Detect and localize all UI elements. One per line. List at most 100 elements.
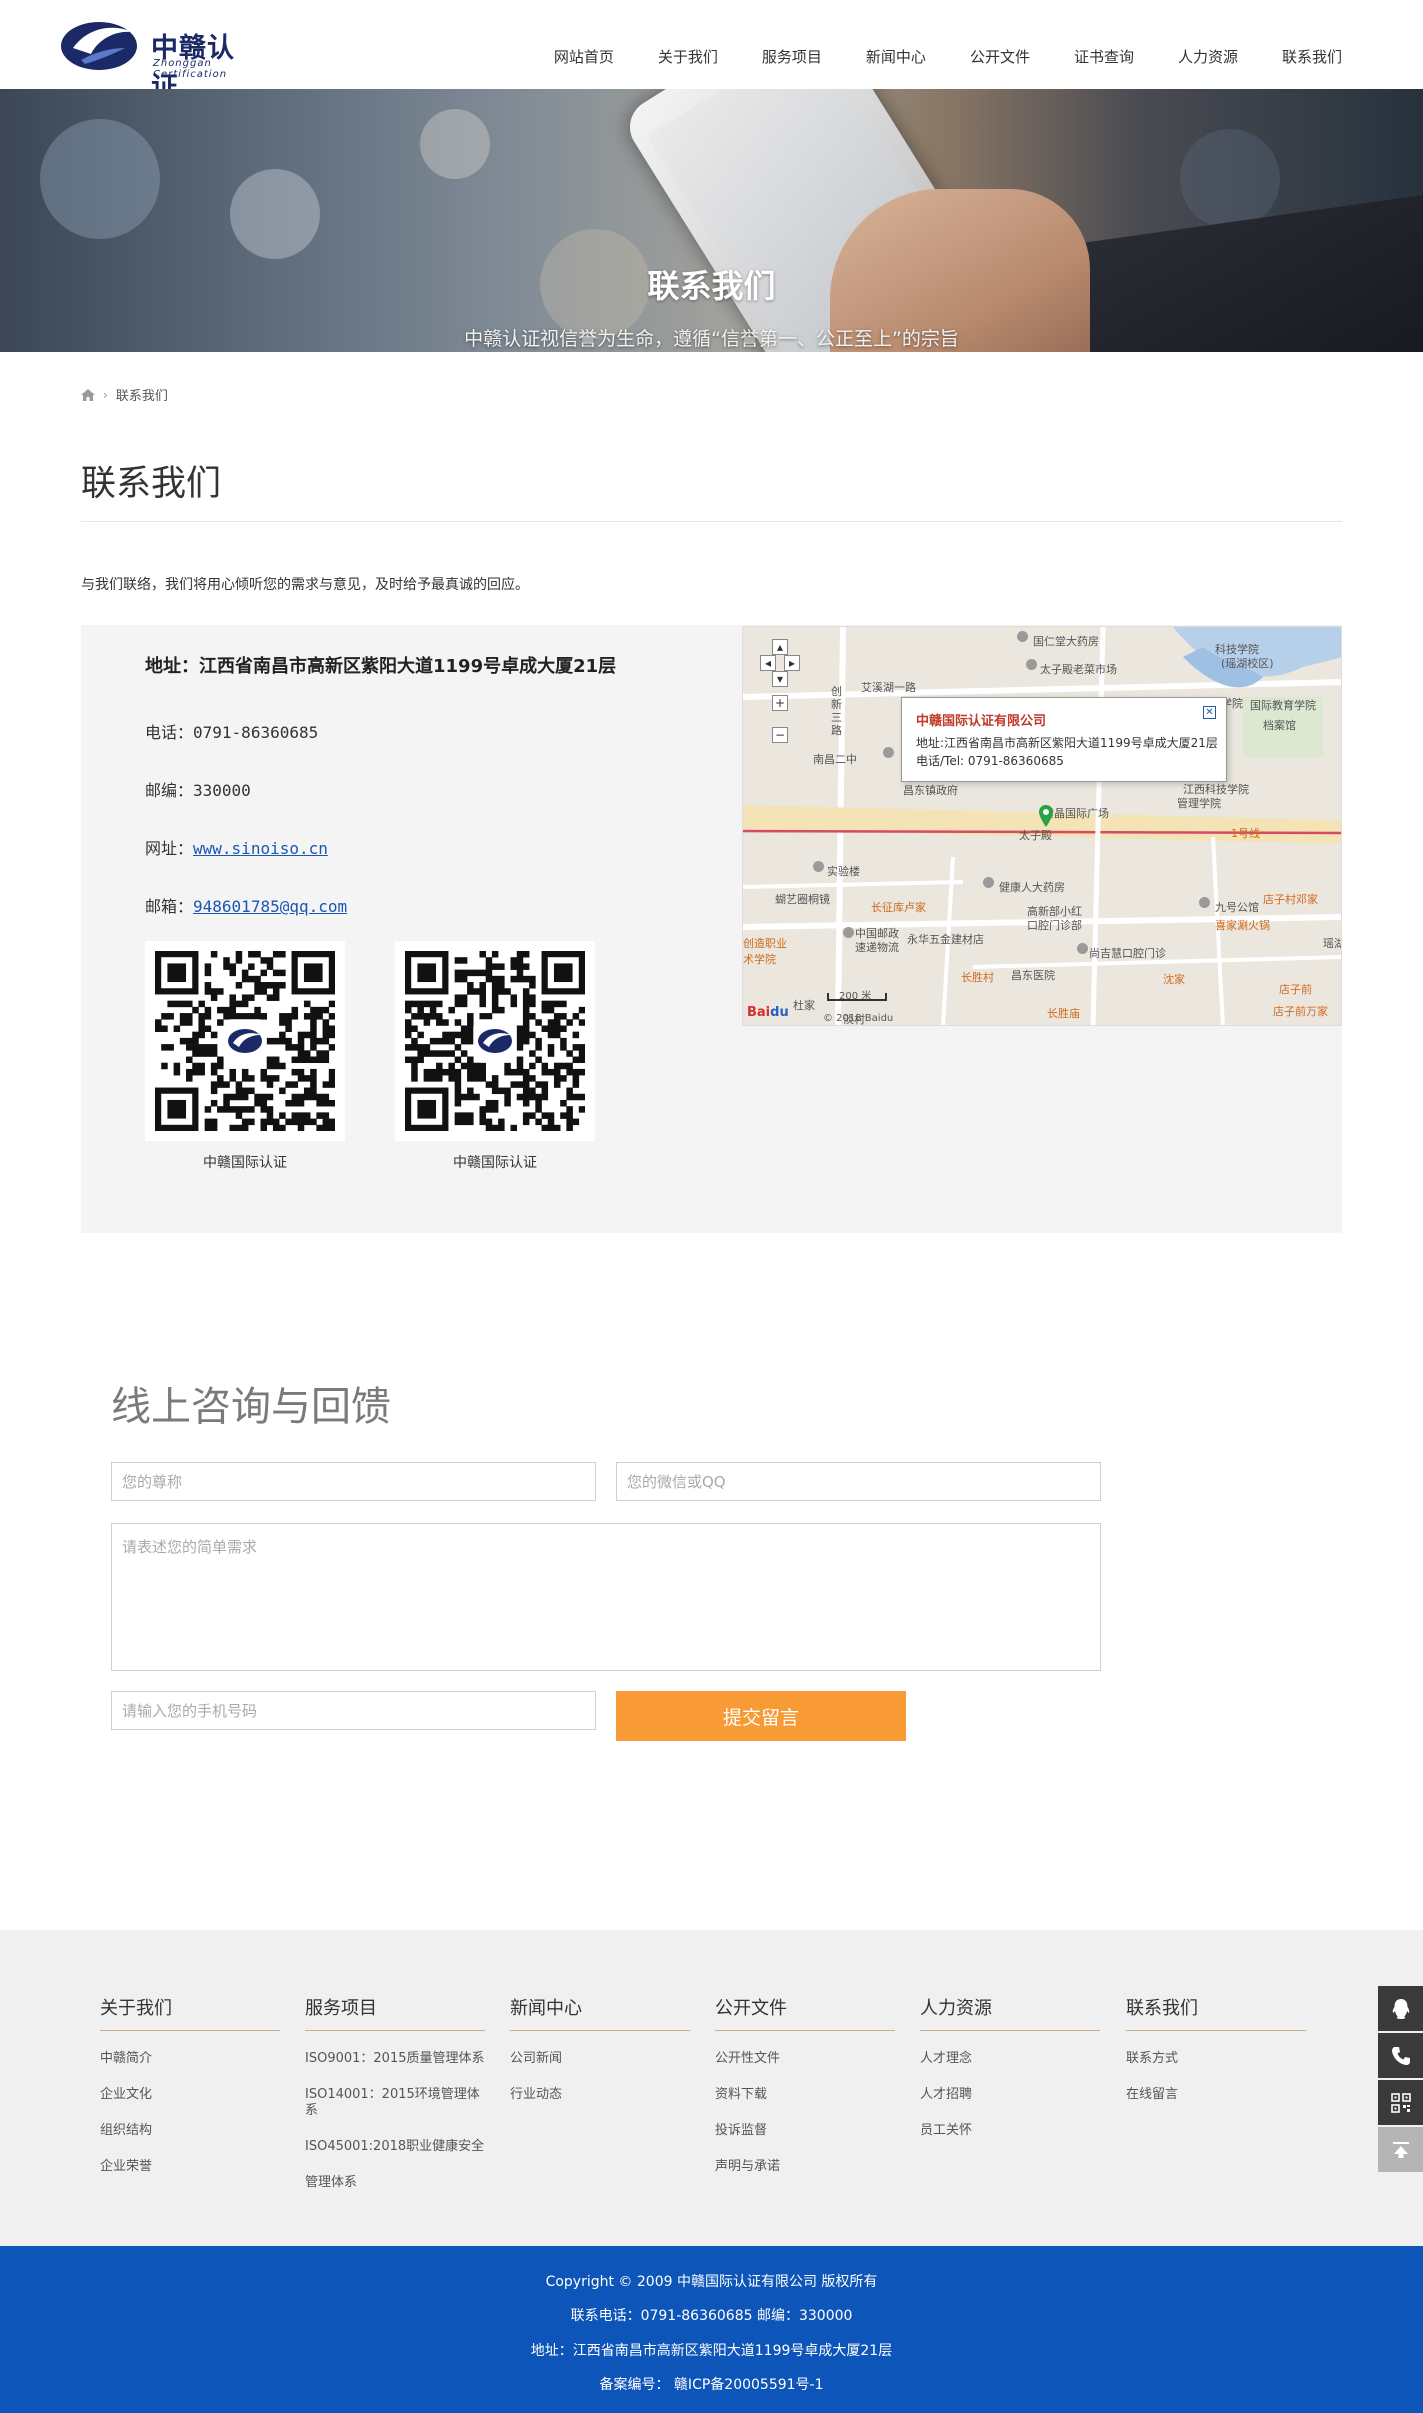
map-label: (瑶湖校区): [1221, 657, 1274, 670]
nav-services[interactable]: 服务项目: [740, 46, 844, 67]
back-to-top-button[interactable]: [1378, 2127, 1423, 2172]
map-poi-icon[interactable]: [883, 747, 894, 758]
map-label: 店子前: [1279, 983, 1312, 996]
map-marker-icon[interactable]: [1039, 805, 1053, 827]
footer-link[interactable]: ISO14001：2015环境管理体系: [305, 2087, 485, 2119]
map-label: 长征库卢家: [871, 901, 926, 914]
contact-website-link[interactable]: www.sinoiso.cn: [193, 839, 328, 858]
map-label: 管理学院: [1177, 797, 1221, 810]
map-label: 长胜村: [961, 971, 994, 984]
back-to-top-icon: [1392, 2141, 1409, 2158]
contact-phone: 0791-86360685: [193, 723, 319, 742]
logo-subtext: Zhonggan Certification: [153, 58, 228, 80]
footer-link[interactable]: 中赣简介: [100, 2051, 280, 2067]
hero-banner: 联系我们 中赣认证视信誉为生命，遵循“信誉第一、公正至上”的宗旨: [0, 89, 1423, 352]
map-poi-icon[interactable]: [843, 927, 854, 938]
footer-link[interactable]: 人才招聘: [920, 2087, 1100, 2103]
banner-subtitle: 中赣认证视信誉为生命，遵循“信誉第一、公正至上”的宗旨: [464, 328, 959, 350]
qr-code-card: [395, 941, 595, 1141]
pan-up-icon[interactable]: ▴: [772, 639, 788, 655]
footer-link[interactable]: 员工关怀: [920, 2123, 1100, 2139]
footer-link[interactable]: 公开性文件: [715, 2051, 895, 2067]
qr-code-card: [145, 941, 345, 1141]
map-label: 昌东医院: [1011, 969, 1055, 982]
footer-link[interactable]: 组织结构: [100, 2123, 280, 2139]
map-poi-icon[interactable]: [983, 877, 994, 888]
map-label: 蝴艺圈桐镜: [775, 893, 830, 906]
footer-link[interactable]: 企业荣誉: [100, 2159, 280, 2175]
phone-icon: [1391, 2046, 1410, 2065]
footer-link[interactable]: 企业文化: [100, 2087, 280, 2103]
contact-zip-label: 邮编：: [145, 781, 194, 800]
footer-column-title[interactable]: 联系我们: [1126, 1994, 1306, 2031]
nav-home[interactable]: 网站首页: [532, 46, 636, 67]
pan-right-icon[interactable]: ▸: [784, 655, 800, 671]
footer-link[interactable]: 行业动态: [510, 2087, 690, 2103]
footer-column-title[interactable]: 服务项目: [305, 1994, 485, 2031]
map-poi-icon[interactable]: [1199, 897, 1210, 908]
map-label: 杜家: [793, 999, 815, 1012]
footer-link[interactable]: 投诉监督: [715, 2123, 895, 2139]
nav-hr[interactable]: 人力资源: [1156, 46, 1260, 67]
qr-caption: 中赣国际认证: [453, 1155, 537, 1171]
nav-cert-query[interactable]: 证书查询: [1052, 46, 1156, 67]
map-label: 瑶湖: [1323, 937, 1341, 950]
site-logo[interactable]: 中赣认证 Zhonggan Certification: [59, 18, 259, 103]
name-input[interactable]: [111, 1462, 596, 1501]
breadcrumb-current[interactable]: 联系我们: [116, 385, 168, 404]
footer-column-title[interactable]: 新闻中心: [510, 1994, 690, 2031]
footer-link[interactable]: ISO45001:2018职业健康安全: [305, 2139, 485, 2155]
map-label: 长胜庙: [1047, 1007, 1080, 1020]
home-icon[interactable]: [81, 388, 95, 401]
wechat-qq-input[interactable]: [616, 1462, 1101, 1501]
qrcode-button[interactable]: [1378, 2080, 1423, 2125]
contact-web-row: 网址：www.sinoiso.cn: [145, 835, 328, 859]
map-poi-icon[interactable]: [1077, 943, 1088, 954]
footer-link[interactable]: 管理体系: [305, 2175, 485, 2191]
main-nav: 网站首页 关于我们 服务项目 新闻中心 公开文件 证书查询 人力资源 联系我们: [532, 46, 1342, 67]
icp-record[interactable]: 备案编号： 赣ICP备20005591号-1: [0, 2374, 1423, 2394]
footer-link[interactable]: ISO9001：2015质量管理体系: [305, 2051, 485, 2067]
map-poi-icon[interactable]: [1017, 631, 1028, 642]
footer-column-title[interactable]: 公开文件: [715, 1994, 895, 2031]
footer-column-about: 关于我们 中赣简介 企业文化 组织结构 企业荣誉: [100, 1994, 280, 2175]
nav-contact[interactable]: 联系我们: [1260, 46, 1342, 67]
floating-toolbar: [1378, 1986, 1423, 2174]
footer-column-public-docs: 公开文件 公开性文件 资料下载 投诉监督 声明与承诺: [715, 1994, 895, 2175]
contact-email-link[interactable]: 948601785@qq.com: [193, 897, 347, 916]
baidu-map[interactable]: ▴ ◂ ▸ ▾ + − 国仁堂大药房 科技学院 (瑶湖校区) 太子殿老菜市场 艾…: [742, 626, 1342, 1026]
map-poi-icon[interactable]: [1026, 659, 1037, 670]
map-label: 太子殿: [1019, 829, 1052, 842]
submit-button[interactable]: 提交留言: [616, 1691, 906, 1741]
footer-link[interactable]: 资料下载: [715, 2087, 895, 2103]
breadcrumb: › 联系我们: [81, 385, 168, 404]
message-textarea[interactable]: [111, 1523, 1101, 1671]
map-label: 艾溪湖一路: [861, 681, 916, 694]
footer-link[interactable]: 公司新闻: [510, 2051, 690, 2067]
zoom-out-icon[interactable]: −: [772, 727, 788, 743]
nav-about[interactable]: 关于我们: [636, 46, 740, 67]
footer-link[interactable]: 声明与承诺: [715, 2159, 895, 2175]
mobile-input[interactable]: [111, 1691, 596, 1730]
map-label: 永华五金建材店: [907, 933, 984, 946]
phone-button[interactable]: [1378, 2033, 1423, 2078]
pan-left-icon[interactable]: ◂: [760, 655, 776, 671]
site-footer: 关于我们 中赣简介 企业文化 组织结构 企业荣誉 服务项目 ISO9001：20…: [0, 1930, 1423, 2246]
footer-column-contact: 联系我们 联系方式 在线留言: [1126, 1994, 1306, 2103]
page-title: 联系我们: [81, 464, 222, 504]
footer-column-title[interactable]: 人力资源: [920, 1994, 1100, 2031]
qq-button[interactable]: [1378, 1986, 1423, 2031]
map-label: 南昌二中: [813, 753, 857, 766]
footer-link[interactable]: 联系方式: [1126, 2051, 1306, 2067]
zoom-in-icon[interactable]: +: [772, 695, 788, 711]
nav-news[interactable]: 新闻中心: [844, 46, 948, 67]
footer-column-title[interactable]: 关于我们: [100, 1994, 280, 2031]
close-icon[interactable]: ✕: [1203, 706, 1216, 719]
footer-link[interactable]: 人才理念: [920, 2051, 1100, 2067]
map-poi-icon[interactable]: [813, 861, 824, 872]
nav-public-docs[interactable]: 公开文件: [948, 46, 1052, 67]
pan-down-icon[interactable]: ▾: [772, 671, 788, 687]
footer-link[interactable]: 在线留言: [1126, 2087, 1306, 2103]
copyright-text: Copyright © 2009 中赣国际认证有限公司 版权所有: [545, 2274, 878, 2290]
qq-icon: [1392, 1998, 1409, 2019]
